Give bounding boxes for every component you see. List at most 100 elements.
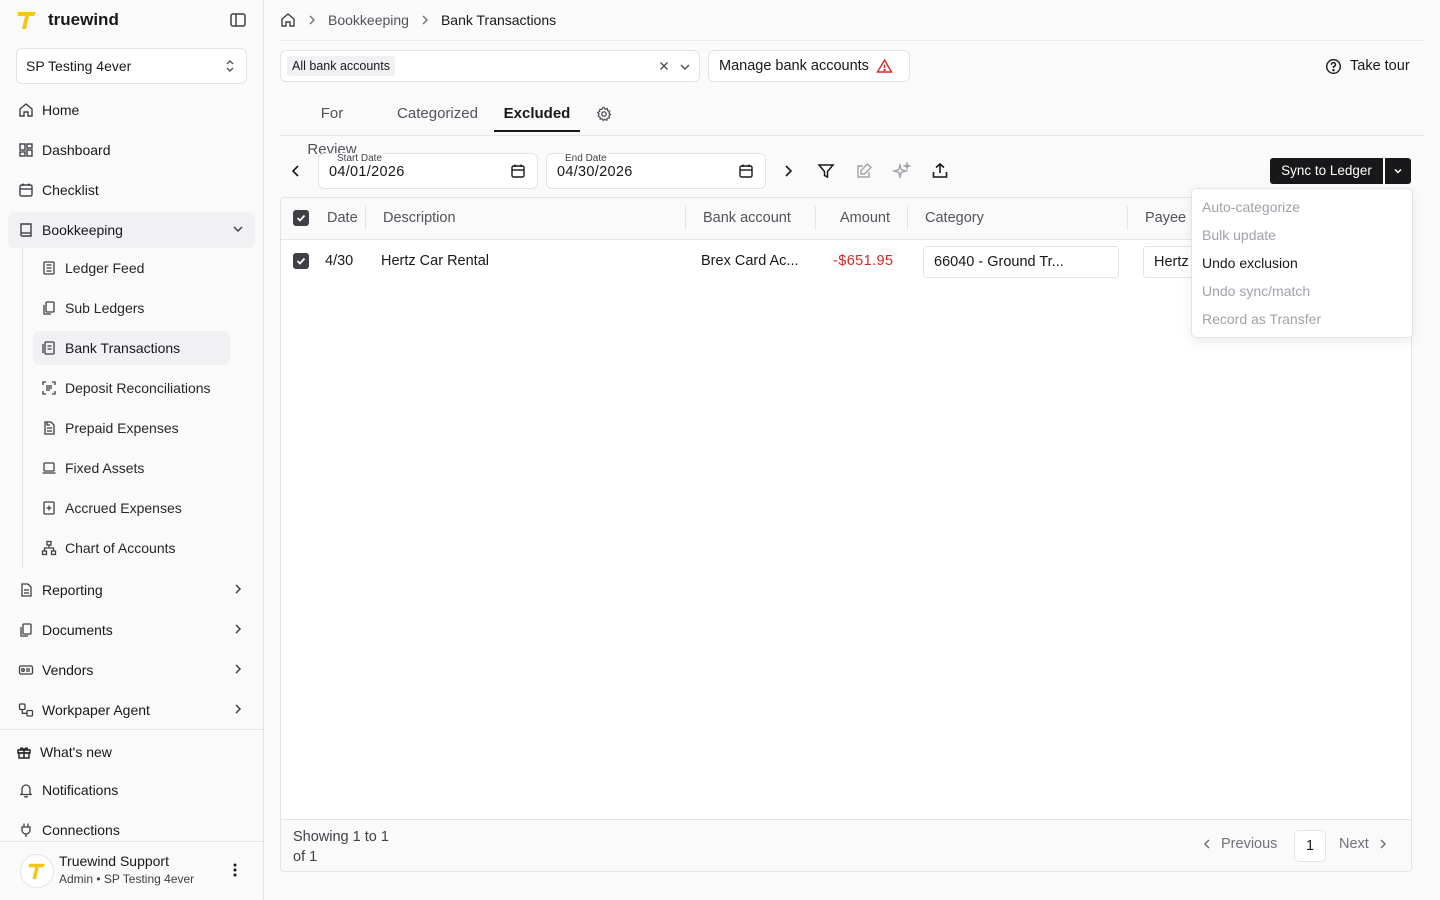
sidebar-item-label: Workpaper Agent bbox=[42, 702, 150, 718]
plug-icon bbox=[18, 822, 34, 838]
chevron-right-icon bbox=[1377, 838, 1389, 850]
menu-item-bulk-update[interactable]: Bulk update bbox=[1202, 227, 1276, 243]
sidebar-item-label: Checklist bbox=[42, 182, 99, 198]
next-period-icon[interactable] bbox=[779, 162, 797, 180]
export-icon[interactable] bbox=[930, 161, 950, 181]
sidebar-item-connections[interactable]: Connections bbox=[8, 812, 255, 848]
warning-icon bbox=[876, 58, 893, 74]
org-name: SP Testing 4ever bbox=[26, 58, 132, 74]
help-circle-icon bbox=[1325, 58, 1342, 75]
bank-account-select[interactable]: All bank accounts bbox=[280, 50, 700, 82]
end-date-field[interactable]: End Date 04/30/2026 bbox=[546, 153, 766, 189]
sidebar-item-reporting[interactable]: Reporting bbox=[8, 572, 255, 608]
chevron-down-icon bbox=[1392, 165, 1404, 177]
report-icon bbox=[18, 582, 34, 598]
menu-item-undo-sync-match[interactable]: Undo sync/match bbox=[1202, 283, 1310, 299]
sync-to-ledger-button[interactable]: Sync to Ledger bbox=[1270, 158, 1383, 184]
org-switcher[interactable]: SP Testing 4ever bbox=[16, 48, 247, 84]
previous-page-button[interactable]: Previous bbox=[1201, 836, 1277, 852]
brand-name: truewind bbox=[48, 10, 119, 29]
column-header-description[interactable]: Description bbox=[383, 210, 456, 226]
scan-icon bbox=[41, 380, 57, 396]
chevrons-up-down-icon bbox=[223, 59, 237, 73]
chevron-right-icon bbox=[231, 662, 245, 676]
filter-icon[interactable] bbox=[816, 161, 836, 181]
tab-for-review[interactable]: For Review bbox=[295, 96, 369, 158]
sidebar-toggle-icon[interactable] bbox=[229, 11, 247, 29]
calendar-icon[interactable] bbox=[510, 163, 526, 179]
clear-icon[interactable] bbox=[658, 60, 670, 72]
sidebar-item-workpaper-agent[interactable]: Workpaper Agent bbox=[8, 692, 255, 728]
select-all-checkbox[interactable] bbox=[293, 210, 309, 226]
end-date-label: End Date bbox=[564, 153, 608, 164]
breadcrumb-parent[interactable]: Bookkeeping bbox=[328, 12, 409, 28]
sidebar-item-deposit-reconciliations[interactable]: Deposit Reconciliations bbox=[33, 371, 230, 405]
sidebar-item-bank-transactions[interactable]: Bank Transactions bbox=[33, 331, 230, 365]
sidebar-item-sub-ledgers[interactable]: Sub Ledgers bbox=[33, 291, 230, 325]
chevron-right-icon bbox=[231, 582, 245, 596]
user-menu[interactable]: Truewind Support Admin • SP Testing 4eve… bbox=[20, 852, 250, 892]
sidebar-item-ledger-feed[interactable]: Ledger Feed bbox=[33, 251, 230, 285]
column-header-payee[interactable]: Payee bbox=[1145, 210, 1186, 226]
brand[interactable]: truewind bbox=[16, 8, 119, 32]
tab-categorized[interactable]: Categorized bbox=[396, 96, 479, 132]
sidebar-item-label: Notifications bbox=[42, 782, 119, 798]
sidebar-item-label: Reporting bbox=[42, 582, 103, 598]
row-checkbox[interactable] bbox=[293, 253, 309, 269]
truewind-logo-icon bbox=[16, 9, 38, 31]
sidebar-item-home[interactable]: Home bbox=[8, 92, 255, 128]
sidebar-item-chart-of-accounts[interactable]: Chart of Accounts bbox=[33, 531, 230, 565]
sidebar-item-dashboard[interactable]: Dashboard bbox=[8, 132, 255, 168]
sidebar-item-bookkeeping[interactable]: Bookkeeping bbox=[8, 212, 255, 248]
user-name: Truewind Support bbox=[59, 853, 169, 869]
edit-icon[interactable] bbox=[854, 161, 874, 181]
tab-excluded[interactable]: Excluded bbox=[494, 96, 580, 132]
sparkles-icon[interactable] bbox=[892, 161, 912, 181]
column-header-amount[interactable]: Amount bbox=[840, 210, 890, 226]
previous-period-icon[interactable] bbox=[287, 162, 305, 180]
sidebar-sub-label: Prepaid Expenses bbox=[65, 420, 179, 436]
menu-item-auto-categorize[interactable]: Auto-categorize bbox=[1202, 199, 1300, 215]
column-header-date[interactable]: Date bbox=[327, 210, 358, 226]
menu-item-record-as-transfer[interactable]: Record as Transfer bbox=[1202, 311, 1321, 327]
sidebar-item-prepaid-expenses[interactable]: Prepaid Expenses bbox=[33, 411, 230, 445]
column-header-category[interactable]: Category bbox=[925, 210, 984, 226]
manage-bank-accounts-label: Manage bank accounts bbox=[719, 58, 869, 74]
row-category-select[interactable]: 66040 - Ground Tr... bbox=[923, 246, 1119, 278]
vendor-icon bbox=[18, 662, 34, 678]
sidebar-item-documents[interactable]: Documents bbox=[8, 612, 255, 648]
row-amount: -$651.95 bbox=[833, 253, 894, 269]
tab-bar: For Review Categorized Excluded bbox=[280, 96, 1424, 158]
calendar-icon[interactable] bbox=[738, 163, 754, 179]
sidebar-item-label: Dashboard bbox=[42, 142, 111, 158]
chevron-right-icon bbox=[306, 14, 318, 26]
take-tour-label: Take tour bbox=[1350, 58, 1410, 74]
home-icon[interactable] bbox=[280, 12, 296, 28]
column-header-bank-account[interactable]: Bank account bbox=[703, 210, 791, 226]
sync-options-toggle[interactable] bbox=[1385, 158, 1411, 184]
page-number-button[interactable]: 1 bbox=[1294, 830, 1326, 862]
menu-item-undo-exclusion[interactable]: Undo exclusion bbox=[1202, 255, 1298, 271]
breadcrumb-current: Bank Transactions bbox=[440, 12, 557, 28]
sidebar-item-label: Connections bbox=[42, 822, 120, 838]
gear-icon[interactable] bbox=[596, 106, 612, 122]
sidebar-item-accrued-expenses[interactable]: Accrued Expenses bbox=[33, 491, 230, 525]
sidebar-sub-label: Chart of Accounts bbox=[65, 540, 176, 556]
sidebar-item-fixed-assets[interactable]: Fixed Assets bbox=[33, 451, 230, 485]
take-tour-button[interactable]: Take tour bbox=[1325, 55, 1410, 77]
sidebar-sub-label: Deposit Reconciliations bbox=[65, 380, 211, 396]
column-divider bbox=[907, 206, 908, 230]
sidebar-item-vendors[interactable]: Vendors bbox=[8, 652, 255, 688]
sidebar-item-checklist[interactable]: Checklist bbox=[8, 172, 255, 208]
sidebar-item-whats-new[interactable]: What's new bbox=[6, 734, 253, 770]
manage-bank-accounts-button[interactable]: Manage bank accounts bbox=[708, 50, 910, 82]
next-page-button[interactable]: Next bbox=[1339, 836, 1389, 852]
more-vertical-icon[interactable] bbox=[228, 862, 242, 878]
plus-document-icon bbox=[41, 500, 57, 516]
sidebar-item-notifications[interactable]: Notifications bbox=[8, 772, 255, 808]
start-date-field[interactable]: Start Date 04/01/2026 bbox=[318, 153, 538, 189]
receipt-icon bbox=[41, 340, 57, 356]
document-icon bbox=[41, 420, 57, 436]
chevron-down-icon[interactable] bbox=[678, 60, 692, 74]
sidebar-sub-label: Sub Ledgers bbox=[65, 300, 145, 316]
